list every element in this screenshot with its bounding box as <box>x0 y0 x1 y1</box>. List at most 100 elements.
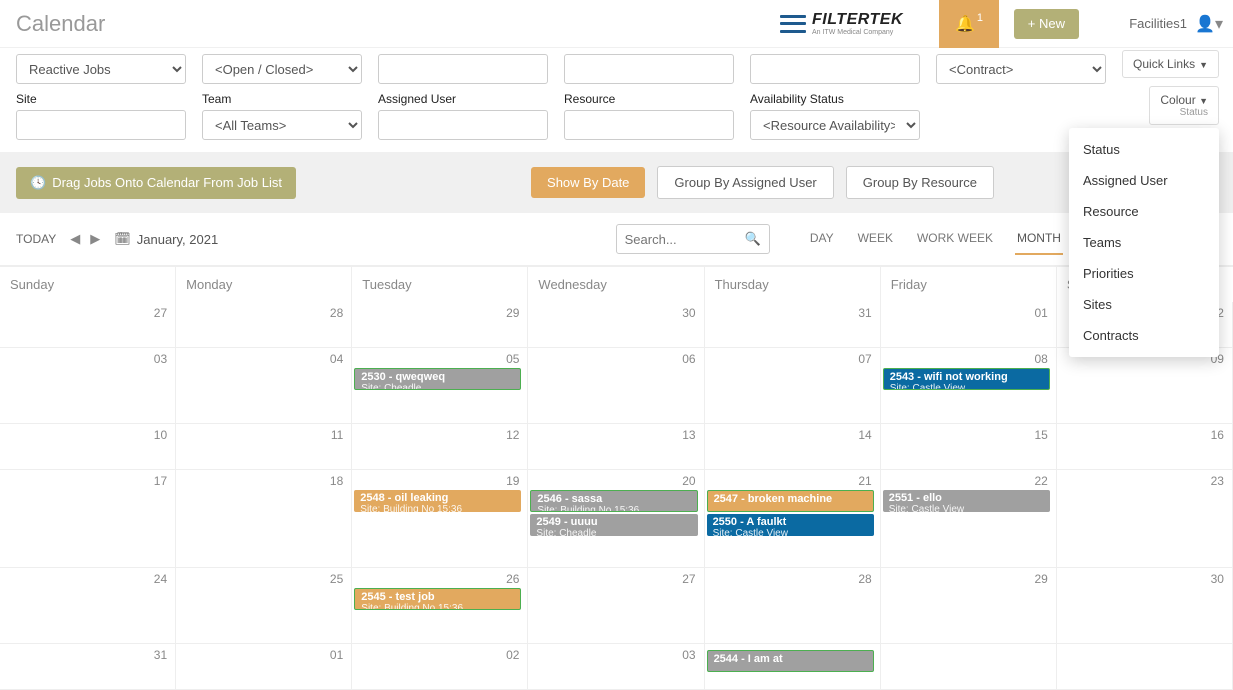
calendar-cell[interactable]: 29 <box>881 568 1057 644</box>
calendar-cell[interactable]: 14 <box>705 424 881 470</box>
calendar-cell[interactable]: 31 <box>0 644 176 690</box>
calendar-cell[interactable]: 222551 - elloSite: Castle View <box>881 470 1057 568</box>
dropdown-item-contracts[interactable]: Contracts <box>1069 320 1219 351</box>
quick-links-button[interactable]: Quick Links▼ <box>1122 50 1219 78</box>
filter-status[interactable]: <Open / Closed> <box>202 54 362 84</box>
calendar-cell[interactable]: 04 <box>176 348 352 424</box>
day-number: 31 <box>707 304 874 320</box>
next-arrow-icon[interactable]: ▶ <box>90 231 100 247</box>
calendar-cell[interactable]: 28 <box>705 568 881 644</box>
user-label[interactable]: Facilities1 <box>1129 16 1187 31</box>
day-number: 04 <box>178 350 345 366</box>
dropdown-item-teams[interactable]: Teams <box>1069 227 1219 258</box>
calendar-cell[interactable] <box>881 644 1057 690</box>
calendar-cell[interactable]: 262545 - test jobSite: Building No 15:36 <box>352 568 528 644</box>
calendar-cell[interactable]: 212547 - broken machine2550 - A faulktSi… <box>705 470 881 568</box>
filter-blank3[interactable] <box>750 54 920 84</box>
calendar-icon[interactable]: 🗓 <box>114 231 131 247</box>
filter-blank1[interactable] <box>378 54 548 84</box>
calendar-cell[interactable]: 02 <box>352 644 528 690</box>
filter-team[interactable]: <All Teams> <box>202 110 362 140</box>
view-tab-work-week[interactable]: WORK WEEK <box>915 223 995 255</box>
calendar-event[interactable]: 2544 - I am at <box>707 650 874 672</box>
filter-job-type[interactable]: Reactive Jobs <box>16 54 186 84</box>
calendar-cell[interactable]: 27 <box>528 568 704 644</box>
calendar-event[interactable]: 2551 - elloSite: Castle View <box>883 490 1050 512</box>
calendar-event[interactable]: 2547 - broken machine <box>707 490 874 512</box>
day-header: Friday <box>881 267 1057 302</box>
calendar-cell[interactable]: 12 <box>352 424 528 470</box>
notifications-bell[interactable]: 🔔1 <box>939 0 999 48</box>
calendar-cell[interactable]: 24 <box>0 568 176 644</box>
filter-resource[interactable] <box>564 110 734 140</box>
dropdown-item-resource[interactable]: Resource <box>1069 196 1219 227</box>
view-tab-month[interactable]: MONTH <box>1015 223 1063 255</box>
dropdown-item-priorities[interactable]: Priorities <box>1069 258 1219 289</box>
calendar-cell[interactable]: 17 <box>0 470 176 568</box>
calendar-cell[interactable]: 25 <box>176 568 352 644</box>
new-button[interactable]: + New <box>1014 9 1079 39</box>
calendar-cell[interactable]: 052530 - qweqweqSite: Cheadle <box>352 348 528 424</box>
calendar-event[interactable]: 2545 - test jobSite: Building No 15:36 <box>354 588 521 610</box>
search-input[interactable] <box>617 232 737 247</box>
calendar-cell[interactable]: 01 <box>881 302 1057 348</box>
calendar-cell[interactable]: 15 <box>881 424 1057 470</box>
search-box[interactable]: 🔍 <box>616 224 770 254</box>
label-assigned: Assigned User <box>378 92 548 106</box>
calendar-event[interactable]: 2549 - uuuuSite: Cheadle <box>530 514 697 536</box>
user-avatar-icon[interactable]: 👤▾ <box>1195 14 1223 34</box>
calendar-event[interactable]: 2550 - A faulktSite: Castle View <box>707 514 874 536</box>
view-tab-day[interactable]: DAY <box>808 223 836 255</box>
calendar-cell[interactable]: 2544 - I am at <box>705 644 881 690</box>
calendar-event[interactable]: 2546 - sassaSite: Building No 15:36 <box>530 490 697 512</box>
calendar-event[interactable]: 2548 - oil leakingSite: Building No 15:3… <box>354 490 521 512</box>
calendar-cell[interactable]: 30 <box>528 302 704 348</box>
calendar-cell[interactable]: 27 <box>0 302 176 348</box>
view-tab-week[interactable]: WEEK <box>856 223 895 255</box>
calendar-cell[interactable]: 082543 - wifi not workingSite: Castle Vi… <box>881 348 1057 424</box>
calendar-cell[interactable]: 202546 - sassaSite: Building No 15:36254… <box>528 470 704 568</box>
colour-button[interactable]: Colour ▼Status <box>1149 86 1219 125</box>
calendar-cell[interactable]: 18 <box>176 470 352 568</box>
calendar-cell[interactable]: 23 <box>1057 470 1233 568</box>
group-by-user-button[interactable]: Group By Assigned User <box>657 166 833 199</box>
dropdown-item-sites[interactable]: Sites <box>1069 289 1219 320</box>
day-number: 18 <box>178 472 345 488</box>
calendar-cell[interactable] <box>1057 644 1233 690</box>
day-number: 24 <box>2 570 169 586</box>
calendar-cell[interactable]: 09 <box>1057 348 1233 424</box>
show-by-date-button[interactable]: Show By Date <box>531 167 645 198</box>
calendar-event[interactable]: 2543 - wifi not workingSite: Castle View <box>883 368 1050 390</box>
calendar-cell[interactable]: 03 <box>0 348 176 424</box>
calendar-cell[interactable]: 10 <box>0 424 176 470</box>
day-number: 07 <box>707 350 874 366</box>
calendar-cell[interactable]: 28 <box>176 302 352 348</box>
current-month[interactable]: January, 2021 <box>137 232 218 247</box>
group-by-resource-button[interactable]: Group By Resource <box>846 166 994 199</box>
calendar-cell[interactable]: 13 <box>528 424 704 470</box>
calendar-cell[interactable]: 29 <box>352 302 528 348</box>
prev-arrow-icon[interactable]: ◀ <box>70 231 80 247</box>
dropdown-item-status[interactable]: Status <box>1069 134 1219 165</box>
filter-assigned-user[interactable] <box>378 110 548 140</box>
calendar-event[interactable]: 2530 - qweqweqSite: Cheadle <box>354 368 521 390</box>
day-number: 28 <box>178 304 345 320</box>
filter-availability[interactable]: <Resource Availability> <box>750 110 920 140</box>
day-number <box>883 646 1050 648</box>
calendar-cell[interactable]: 30 <box>1057 568 1233 644</box>
calendar-cell[interactable]: 07 <box>705 348 881 424</box>
filter-blank2[interactable] <box>564 54 734 84</box>
calendar-cell[interactable]: 01 <box>176 644 352 690</box>
calendar-cell[interactable]: 31 <box>705 302 881 348</box>
calendar-cell[interactable]: 192548 - oil leakingSite: Building No 15… <box>352 470 528 568</box>
today-button[interactable]: TODAY <box>16 232 56 246</box>
filter-site[interactable] <box>16 110 186 140</box>
calendar-cell[interactable]: 16 <box>1057 424 1233 470</box>
calendar-cell[interactable]: 06 <box>528 348 704 424</box>
search-icon[interactable]: 🔍 <box>737 231 769 247</box>
calendar-cell[interactable]: 03 <box>528 644 704 690</box>
calendar-cell[interactable]: 11 <box>176 424 352 470</box>
day-number: 25 <box>178 570 345 586</box>
filter-contract[interactable]: <Contract> <box>936 54 1106 84</box>
dropdown-item-assigned-user[interactable]: Assigned User <box>1069 165 1219 196</box>
